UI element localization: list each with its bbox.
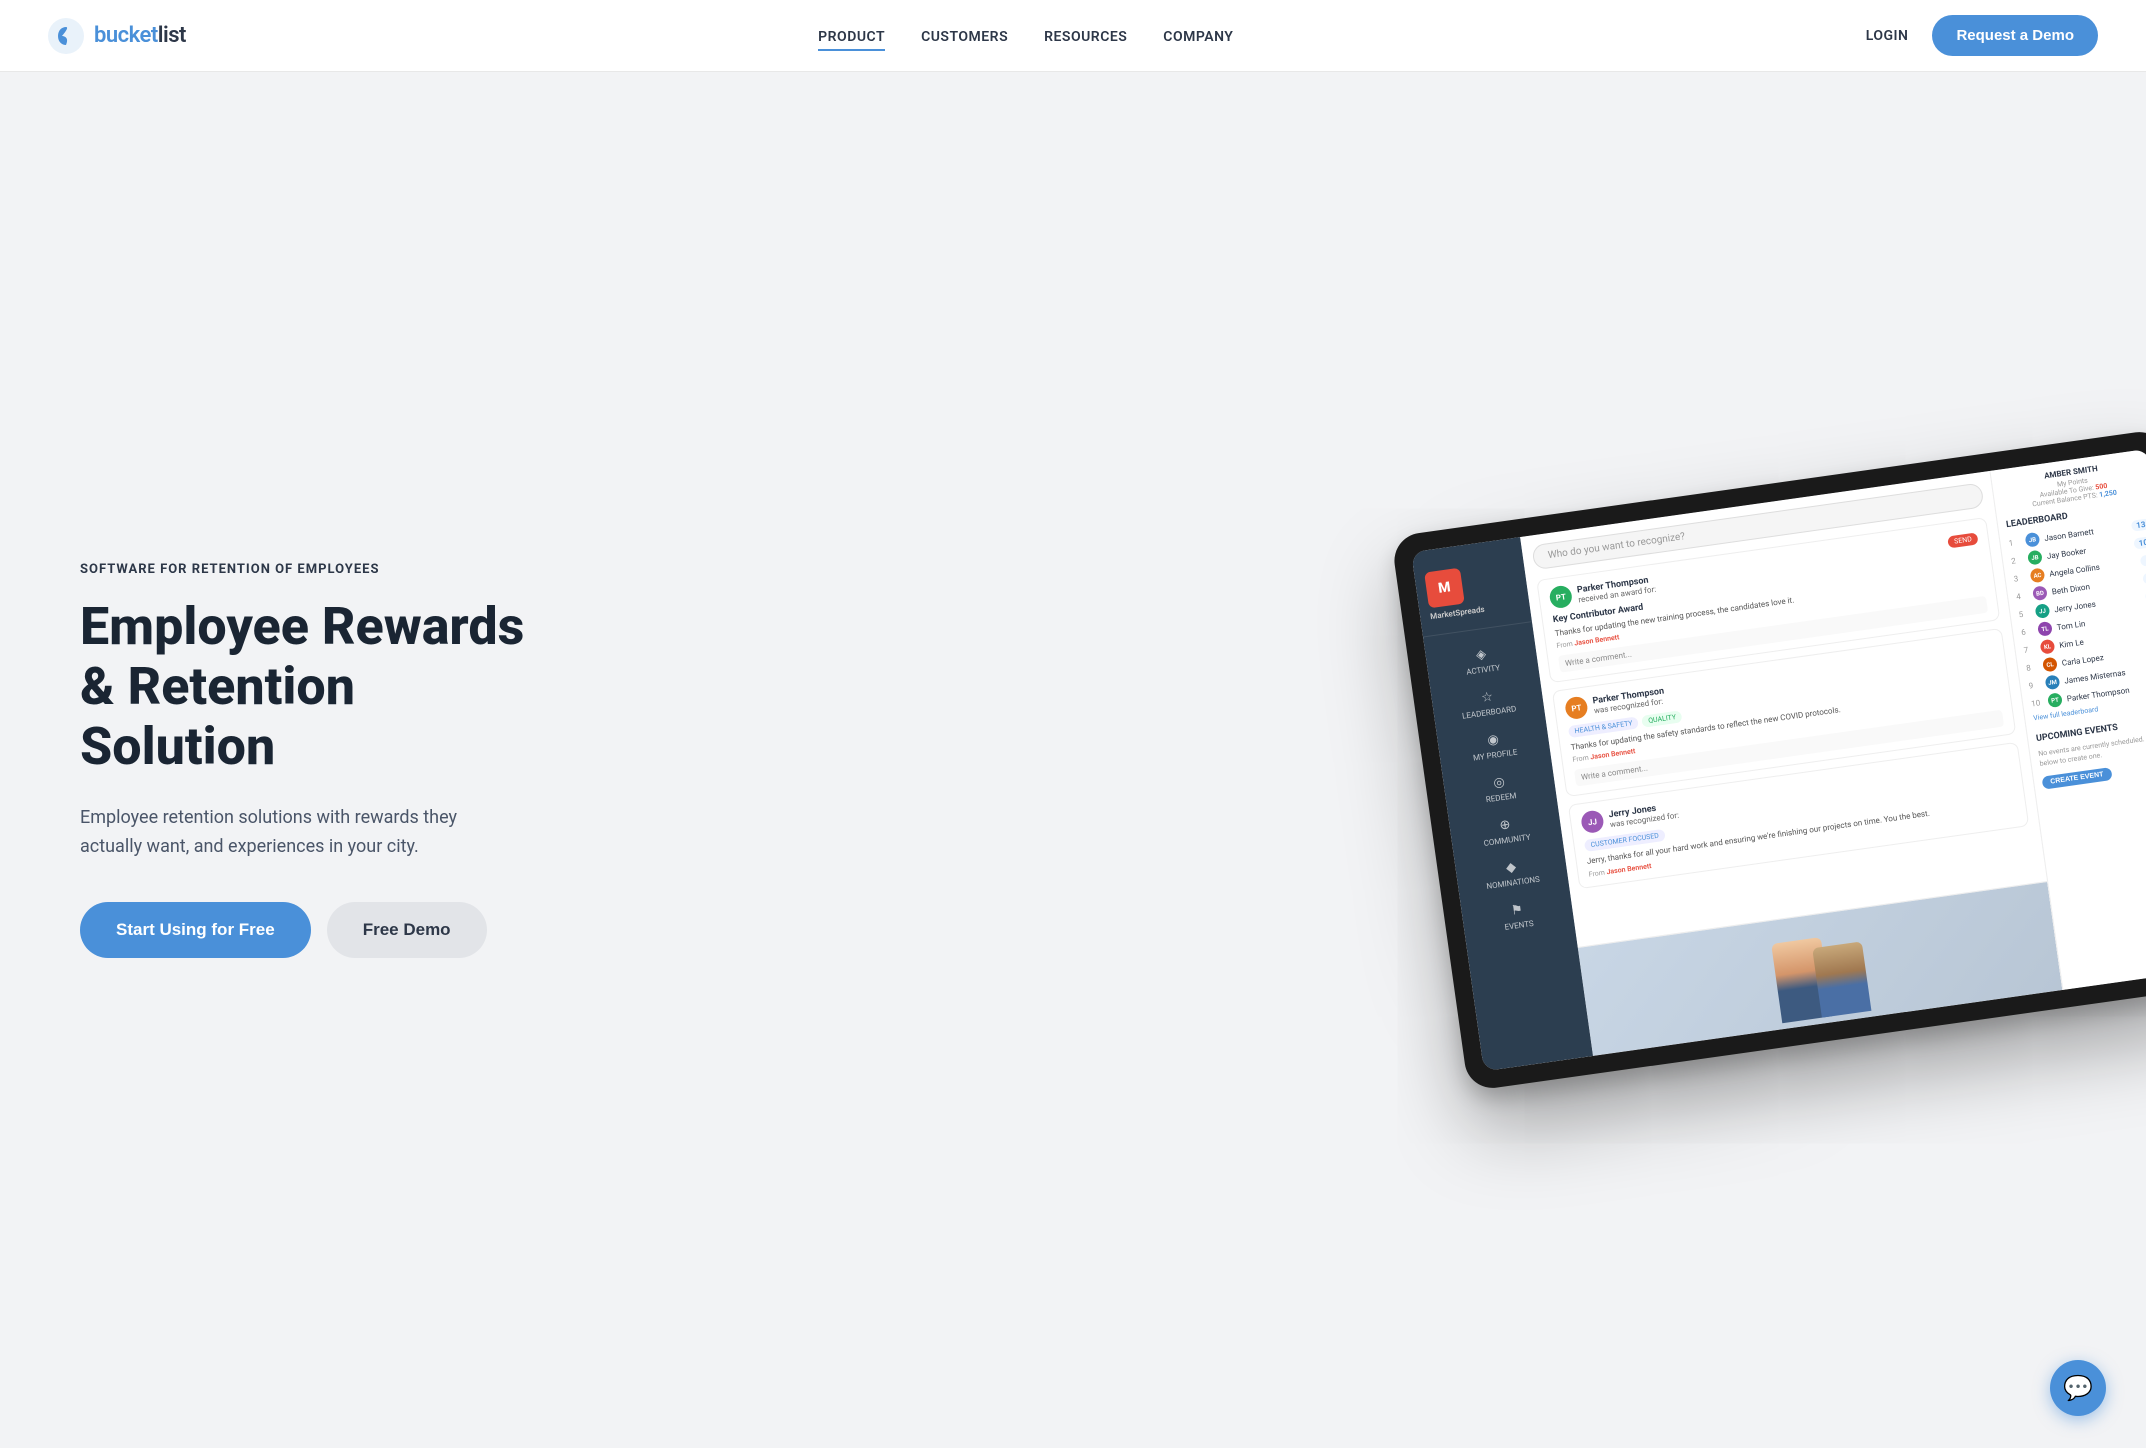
hero-buttons: Start Using for Free Free Demo	[80, 902, 560, 958]
lb-avatar-7: KL	[2040, 639, 2056, 655]
lb-avatar-6: TL	[2037, 621, 2053, 637]
hero-eyebrow: SOFTWARE FOR RETENTION OF EMPLOYEES	[80, 562, 560, 577]
avatar-parker2: PT	[1564, 696, 1589, 721]
avatar-parker: PT	[1548, 585, 1573, 610]
video-person-2	[1812, 941, 1871, 1017]
logo-text: bucketlist	[94, 23, 186, 48]
start-free-button[interactable]: Start Using for Free	[80, 902, 311, 958]
upcoming-events-panel: UPCOMING EVENTS No events are currently …	[2036, 714, 2146, 789]
leaderboard-panel: LEADERBOARD 1 JB Jason Barnett 13 2 JB J…	[2005, 500, 2146, 722]
navbar: bucketlist PRODUCT CUSTOMERS RESOURCES C…	[0, 0, 2146, 72]
create-event-button[interactable]: CREATE EVENT	[2041, 767, 2112, 790]
logo[interactable]: bucketlist	[48, 18, 186, 54]
nav-item-resources[interactable]: RESOURCES	[1044, 26, 1127, 45]
nav-links: PRODUCT CUSTOMERS RESOURCES COMPANY	[818, 26, 1233, 45]
nav-right: LOGIN Request a Demo	[1866, 15, 2098, 56]
tablet-screen: M MarketSpreads ◈ ACTIVITY ☆ LEADERBOARD…	[1411, 449, 2146, 1071]
hero-visual: M MarketSpreads ◈ ACTIVITY ☆ LEADERBOARD…	[1391, 428, 2146, 1091]
avatar-jerry: JJ	[1580, 810, 1605, 835]
nav-item-product[interactable]: PRODUCT	[818, 26, 885, 45]
chat-icon: 💬	[2063, 1374, 2093, 1402]
lb-avatar-3: AC	[2030, 567, 2046, 583]
app-feed: Who do you want to recognize? PT Parker …	[1520, 471, 2047, 947]
app-main: Who do you want to recognize? PT Parker …	[1520, 471, 2062, 1056]
chat-widget[interactable]: 💬	[2050, 1360, 2106, 1416]
lb-avatar-10: PT	[2047, 692, 2063, 708]
free-demo-button[interactable]: Free Demo	[327, 902, 487, 958]
nav-item-company[interactable]: COMPANY	[1163, 26, 1233, 45]
lb-avatar-5: JJ	[2035, 603, 2051, 619]
lb-avatar-2: JB	[2027, 550, 2043, 566]
request-demo-button[interactable]: Request a Demo	[1932, 15, 2098, 56]
hero-section: SOFTWARE FOR RETENTION OF EMPLOYEES Empl…	[0, 72, 2146, 1448]
lb-avatar-4: BD	[2032, 585, 2048, 601]
app-logo-badge: M	[1424, 568, 1465, 609]
nav-item-customers[interactable]: CUSTOMERS	[921, 26, 1008, 45]
hero-title: Employee Rewards & Retention Solution	[80, 597, 560, 776]
lb-avatar-1: JB	[2025, 532, 2041, 548]
app-logo-area: M MarketSpreads	[1413, 551, 1532, 638]
logo-icon	[48, 18, 84, 54]
lb-avatar-9: JM	[2045, 674, 2061, 690]
hero-description: Employee retention solutions with reward…	[80, 804, 520, 862]
login-link[interactable]: LOGIN	[1866, 28, 1909, 44]
hero-content: SOFTWARE FOR RETENTION OF EMPLOYEES Empl…	[0, 562, 560, 958]
tablet-mockup: M MarketSpreads ◈ ACTIVITY ☆ LEADERBOARD…	[1391, 428, 2146, 1091]
lb-avatar-8: CL	[2042, 657, 2058, 673]
